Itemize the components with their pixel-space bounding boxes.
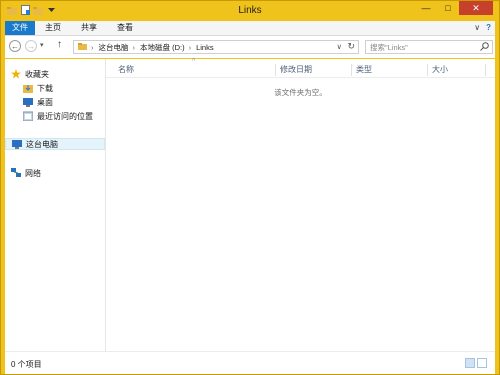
computer-icon (12, 139, 22, 149)
chevron-down-icon[interactable]: ∨ (474, 23, 480, 32)
ribbon-tabs: 文件 主页 共享 查看 ∨ ? (5, 21, 495, 36)
navigation-bar: ← → ▾ ↑ › 这台电脑 › 本地磁盘 (D:) › Links ∨ ↻ 搜… (5, 36, 495, 58)
sidebar-item-label: 网络 (25, 168, 41, 178)
column-header-date-modified[interactable]: 修改日期 (276, 64, 352, 76)
column-header-size[interactable]: 大小 (428, 64, 486, 76)
recent-places-icon (23, 111, 33, 121)
sidebar-item-favorites[interactable]: 收藏夹 (11, 68, 49, 80)
close-button[interactable]: ✕ (459, 1, 493, 15)
minimize-button[interactable]: — (415, 1, 437, 15)
close-icon: ✕ (472, 2, 480, 13)
details-view-icon[interactable] (465, 358, 475, 368)
maximize-button[interactable]: □ (437, 1, 459, 15)
search-placeholder: 搜索"Links" (370, 42, 408, 52)
search-icon[interactable] (480, 42, 489, 53)
search-input[interactable]: 搜索"Links" (365, 40, 493, 54)
content-area: 收藏夹 下载 桌面 最近访问的位置 这台电脑 网络 ^ 名称 修改日期 类型 大… (5, 58, 495, 351)
navigation-pane: 收藏夹 下载 桌面 最近访问的位置 这台电脑 网络 (5, 59, 106, 351)
sidebar-item-label: 最近访问的位置 (37, 111, 93, 121)
sidebar-item-desktop[interactable]: 桌面 (23, 96, 53, 108)
tab-file[interactable]: 文件 (5, 21, 35, 35)
maximize-icon: □ (445, 3, 451, 13)
breadcrumb-this-pc[interactable]: 这台电脑 (99, 42, 129, 53)
help-icon[interactable]: ? (486, 23, 491, 32)
refresh-icon[interactable]: ↻ (347, 41, 355, 52)
minimize-icon: — (421, 3, 431, 13)
tab-share[interactable]: 共享 (73, 21, 105, 35)
breadcrumb-drive[interactable]: 本地磁盘 (D:) (140, 42, 185, 53)
window-controls: — □ ✕ (415, 1, 493, 15)
sidebar-item-label: 桌面 (37, 97, 53, 107)
column-header-name[interactable]: 名称 (114, 64, 276, 76)
status-bar: 0 个项目 (5, 351, 495, 374)
back-button[interactable]: ← (9, 40, 21, 52)
download-folder-icon (23, 84, 33, 93)
forward-arrow-icon: → (27, 41, 35, 51)
breadcrumb-links[interactable]: Links (196, 43, 214, 52)
recent-locations-icon[interactable]: ▾ (40, 41, 44, 49)
sidebar-item-network[interactable]: 网络 (11, 167, 41, 179)
network-icon (11, 168, 21, 178)
sidebar-item-recent-places[interactable]: 最近访问的位置 (23, 110, 93, 122)
breadcrumb-separator[interactable]: › (189, 43, 192, 52)
up-arrow-icon[interactable]: ↑ (57, 39, 62, 50)
forward-button[interactable]: → (25, 40, 37, 52)
sidebar-item-label: 收藏夹 (25, 69, 49, 79)
breadcrumb-separator[interactable]: › (91, 43, 94, 52)
breadcrumb-separator[interactable]: › (133, 43, 136, 52)
sidebar-item-label: 这台电脑 (26, 139, 58, 149)
address-bar[interactable]: › 这台电脑 › 本地磁盘 (D:) › Links ∨ ↻ (73, 40, 359, 54)
sidebar-item-label: 下载 (37, 83, 53, 93)
tab-home[interactable]: 主页 (37, 21, 69, 35)
large-icons-view-icon[interactable] (477, 358, 487, 368)
sidebar-item-this-pc[interactable]: 这台电脑 (5, 138, 105, 150)
ribbon-right-controls: ∨ ? (474, 23, 491, 32)
desktop-icon (23, 97, 33, 107)
explorer-window: Links — □ ✕ 文件 主页 共享 查看 ∨ ? ← → ▾ ↑ › 这台… (0, 0, 500, 375)
item-count: 0 个项目 (11, 360, 42, 369)
address-dropdown-icon[interactable]: ∨ (337, 42, 343, 51)
sidebar-item-downloads[interactable]: 下载 (23, 82, 53, 94)
back-arrow-icon: ← (11, 41, 19, 51)
view-switcher (465, 358, 487, 368)
folder-icon (78, 42, 87, 52)
column-headers: ^ 名称 修改日期 类型 大小 (106, 58, 495, 78)
empty-folder-message: 该文件夹为空。 (274, 88, 327, 97)
title-bar: Links — □ ✕ (1, 1, 499, 21)
column-header-type[interactable]: 类型 (352, 64, 428, 76)
file-list-pane: ^ 名称 修改日期 类型 大小 该文件夹为空。 (106, 58, 495, 351)
tab-view[interactable]: 查看 (109, 21, 141, 35)
star-icon (11, 69, 21, 79)
